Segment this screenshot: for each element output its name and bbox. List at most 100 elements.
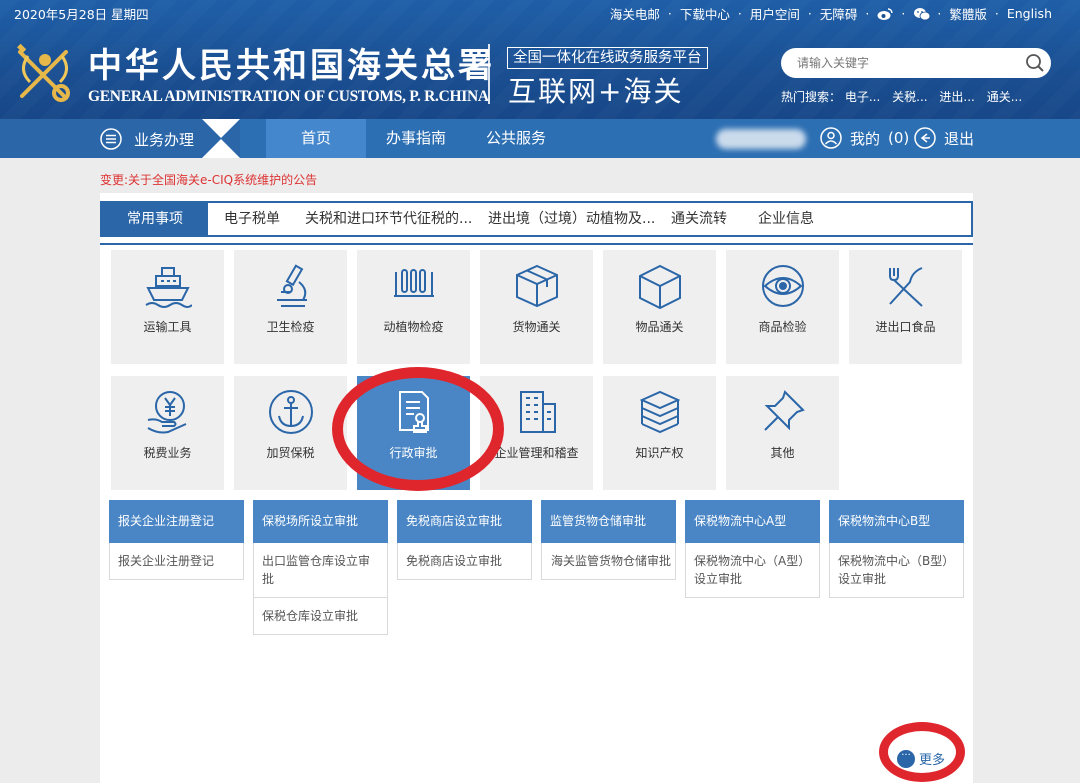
cargo-box-icon xyxy=(516,264,558,308)
tile-processing-trade-bonded[interactable]: 加贸保税 xyxy=(234,376,347,490)
hot-search: 热门搜索： 电子... 关税... 进出... 通关... xyxy=(781,88,1030,105)
tile-label: 卫生检疫 xyxy=(266,320,315,334)
cube-icon xyxy=(639,264,681,310)
fork-knife-icon xyxy=(889,267,923,307)
subcard-duty-free-shop-approval: 免税商店设立审批 免税商店设立审批 xyxy=(397,500,532,580)
tile-import-export-food[interactable]: 进出口食品 xyxy=(849,250,962,364)
tile-label: 物品通关 xyxy=(635,320,684,334)
tile-label: 加贸保税 xyxy=(266,446,315,460)
hot-term[interactable]: 通关... xyxy=(987,90,1022,104)
search-icon[interactable] xyxy=(1025,53,1045,73)
highlight-circle xyxy=(332,367,504,491)
subcard-title[interactable]: 报关企业注册登记 xyxy=(109,500,244,543)
tab-quarantine[interactable]: 进出境（过境）动植物及... xyxy=(488,203,655,235)
site-title-en: GENERAL ADMINISTRATION OF CUSTOMS, P. R.… xyxy=(88,88,489,105)
notice-link[interactable]: 变更:关于全国海关e-CIQ系统维护的公告 xyxy=(100,171,317,188)
subcard-item[interactable]: 保税物流中心（B型）设立审批 xyxy=(829,543,964,598)
logout-icon xyxy=(914,127,936,149)
tile-label: 动植物检疫 xyxy=(383,320,444,334)
tile-health-quarantine[interactable]: 卫生检疫 xyxy=(234,250,347,364)
hot-term[interactable]: 关税... xyxy=(892,90,927,104)
tab-common[interactable]: 常用事项 xyxy=(102,203,208,235)
link-english[interactable]: English xyxy=(1007,6,1052,21)
hot-term[interactable]: 进出... xyxy=(939,90,974,104)
link-traditional[interactable]: 繁體版 xyxy=(949,4,987,23)
tile-cargo-clearance[interactable]: 货物通关 xyxy=(480,250,593,364)
tile-label: 其他 xyxy=(770,446,795,460)
subcard-customs-broker-registration: 报关企业注册登记 报关企业注册登记 xyxy=(109,500,244,580)
subcard-item[interactable]: 保税物流中心（A型）设立审批 xyxy=(685,543,820,598)
slogan: 互联网+海关 xyxy=(508,75,684,108)
date-text: 2020年5月28日 星期四 xyxy=(14,7,149,22)
tab-underline xyxy=(100,243,973,245)
category-tabs: 常用事项 电子税单 关税和进口环节代征税的... 进出境（过境）动植物及... … xyxy=(100,201,973,237)
logout-link[interactable]: 退出 xyxy=(914,127,974,149)
search-box xyxy=(781,48,1051,78)
highlight-circle xyxy=(879,722,965,782)
books-icon xyxy=(639,390,681,434)
subcard-title[interactable]: 保税物流中心B型 xyxy=(829,500,964,543)
subcard-item[interactable]: 保税仓库设立审批 xyxy=(253,598,388,635)
tab-tariff[interactable]: 关税和进口环节代征税的... xyxy=(305,203,472,235)
tile-other[interactable]: 其他 xyxy=(726,376,839,490)
tile-article-clearance[interactable]: 物品通关 xyxy=(603,250,716,364)
tab-home[interactable]: 首页 xyxy=(266,119,366,158)
site-title-cn: 中华人民共和国海关总署 xyxy=(88,46,495,86)
subcard-item[interactable]: 报关企业注册登记 xyxy=(109,543,244,580)
yuan-hand-icon xyxy=(147,391,187,434)
subcard-bonded-site-approval: 保税场所设立审批 出口监管仓库设立审批 保税仓库设立审批 xyxy=(253,500,388,635)
subcard-item[interactable]: 出口监管仓库设立审批 xyxy=(253,543,388,598)
logout-label: 退出 xyxy=(944,129,975,148)
weibo-icon[interactable] xyxy=(877,7,894,21)
user-icon xyxy=(820,127,842,149)
subcard-title[interactable]: 监管货物仓储审批 xyxy=(541,500,676,543)
pin-icon xyxy=(764,390,805,431)
tile-animal-plant-quarantine[interactable]: 动植物检疫 xyxy=(357,250,470,364)
subcard-item[interactable]: 海关监管货物仓储审批 xyxy=(541,543,676,580)
subcard-title[interactable]: 免税商店设立审批 xyxy=(397,500,532,543)
business-menu-label: 业务办理 xyxy=(134,131,195,149)
tile-commodity-inspection[interactable]: 商品检验 xyxy=(726,250,839,364)
tab-guide[interactable]: 办事指南 xyxy=(366,119,466,158)
hot-search-label: 热门搜索： xyxy=(781,90,842,104)
search-input[interactable] xyxy=(797,56,1017,70)
customs-emblem-icon xyxy=(17,43,70,102)
subcard-title[interactable]: 保税物流中心A型 xyxy=(685,500,820,543)
eye-icon xyxy=(762,265,804,307)
subcard-logistics-center-a: 保税物流中心A型 保税物流中心（A型）设立审批 xyxy=(685,500,820,598)
platform-label: 全国一体化在线政务服务平台 xyxy=(507,47,708,69)
wechat-icon[interactable] xyxy=(913,7,931,21)
nav-notch xyxy=(202,139,240,158)
tab-clearance-flow[interactable]: 通关流转 xyxy=(671,203,727,235)
anchor-icon xyxy=(269,390,313,434)
tab-e-tax[interactable]: 电子税单 xyxy=(224,203,280,235)
tile-label: 运输工具 xyxy=(143,320,192,334)
subcard-logistics-center-b: 保税物流中心B型 保税物流中心（B型）设立审批 xyxy=(829,500,964,598)
hot-term[interactable]: 电子... xyxy=(845,90,880,104)
microscope-icon xyxy=(277,264,307,307)
tile-label: 商品检验 xyxy=(758,320,807,334)
link-download-center[interactable]: 下载中心 xyxy=(680,4,730,23)
tab-enterprise-info[interactable]: 企业信息 xyxy=(758,203,814,235)
menu-icon xyxy=(100,128,122,150)
link-accessibility[interactable]: 无障碍 xyxy=(820,4,858,23)
my-account-link[interactable]: 我的 (0) xyxy=(820,127,909,149)
nav-notch xyxy=(202,119,240,138)
tile-label: 税费业务 xyxy=(143,446,192,460)
ship-icon xyxy=(145,267,192,308)
tile-label: 货物通关 xyxy=(512,320,561,334)
tile-intellectual-property[interactable]: 知识产权 xyxy=(603,376,716,490)
tile-tax-business[interactable]: 税费业务 xyxy=(111,376,224,490)
building-icon xyxy=(520,391,556,433)
subcard-item[interactable]: 免税商店设立审批 xyxy=(397,543,532,580)
test-tubes-icon xyxy=(394,269,434,297)
tile-label: 进出口食品 xyxy=(875,320,936,334)
tile-transport[interactable]: 运输工具 xyxy=(111,250,224,364)
subcard-title[interactable]: 保税场所设立审批 xyxy=(253,500,388,543)
header-divider xyxy=(488,44,490,104)
link-user-space[interactable]: 用户空间 xyxy=(750,4,800,23)
tab-public-service[interactable]: 公共服务 xyxy=(466,119,566,158)
top-links: 海关电邮 · 下载中心 · 用户空间 · 无障碍 · · · 繁體版 · English xyxy=(609,4,1052,23)
link-customs-mail[interactable]: 海关电邮 xyxy=(610,4,660,23)
main-nav: 业务办理 首页 办事指南 公共服务 我的 (0) 退出 xyxy=(0,119,1080,158)
